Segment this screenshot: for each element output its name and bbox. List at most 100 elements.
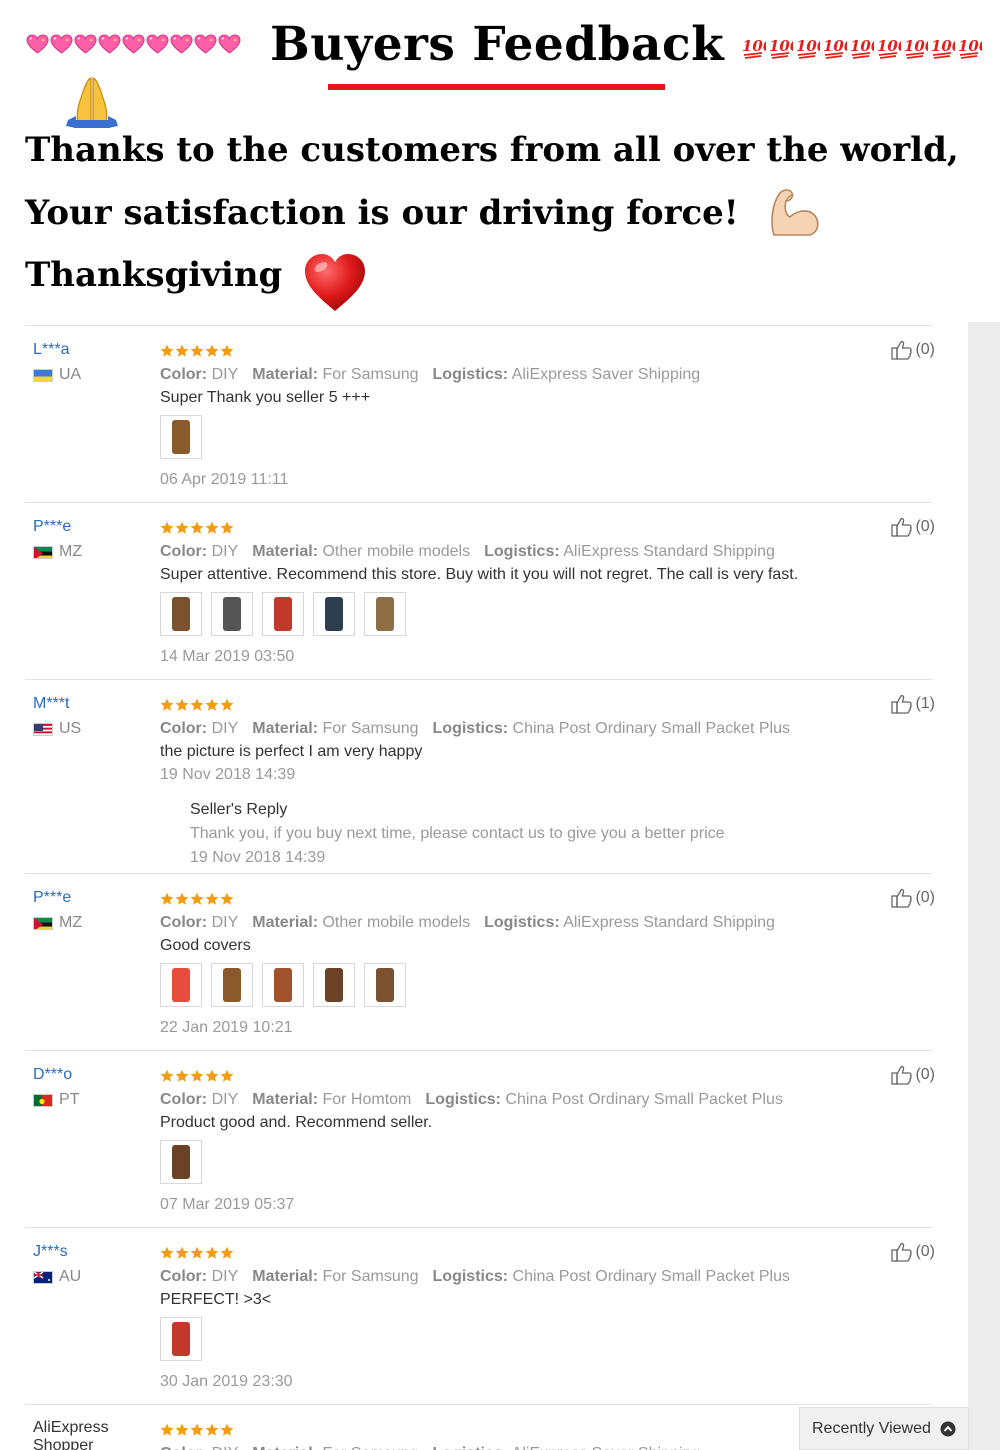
attr-color: Color: DIY [160,1445,238,1450]
star-icon [175,1423,189,1437]
star-icon [190,698,204,712]
thumbs-up-icon [891,1065,913,1085]
attr-material-label: Material: [252,1091,319,1108]
star-rating [160,344,860,360]
review-photos [160,415,860,459]
attr-material-value: For Samsung [322,1445,418,1450]
order-attributes: Color: DIY Material: Other mobile models L… [160,541,860,563]
hundred-points-icon: 100 [742,33,766,61]
attr-material-value: Other mobile models [322,914,471,931]
sparkling-heart-icon [98,34,121,54]
hundred-points-icon: 100 [796,33,820,61]
sparkling-heart-icon [194,34,217,54]
thumbs-up-icon [891,340,913,360]
helpful-button[interactable]: (0) [891,888,935,908]
flag-au-icon [33,1270,53,1284]
review-photo-thumbnail[interactable] [160,415,202,459]
attr-material-label: Material: [252,366,319,383]
phone-case-photo [172,1322,190,1356]
recently-viewed-button[interactable]: Recently Viewed [799,1407,969,1450]
title-underline [328,84,665,90]
sparkling-heart-icon [74,34,97,54]
svg-text:100: 100 [769,37,793,55]
reviewer-info: J***s AU [33,1242,153,1286]
review-photo-thumbnail[interactable] [364,592,406,636]
attr-material: Material: For Samsung [252,366,418,383]
review-photo-thumbnail[interactable] [262,963,304,1007]
reviewer-name[interactable]: AliExpress Shopper [33,1419,123,1450]
reviewer-name[interactable]: D***o [33,1065,153,1085]
helpful-button[interactable]: (0) [891,1065,935,1085]
reviewer-country: MZ [33,543,153,561]
phone-case-photo [172,968,190,1002]
attr-logistics: Logistics: AliExpress Standard Shipping [484,914,775,931]
scrollbar-track[interactable] [968,322,1000,1450]
phone-case-photo [172,1145,190,1179]
country-code: MZ [59,914,83,931]
review-photo-thumbnail[interactable] [160,963,202,1007]
star-rating [160,892,860,908]
attr-logistics-label: Logistics: [432,366,509,383]
attr-color-value: DIY [211,543,239,560]
flag-pt-icon [33,1093,53,1107]
attr-color-label: Color: [160,366,208,383]
reviewer-country: AU [33,1268,153,1286]
feedback-banner: Buyers Feedback 100100100100100100100100… [0,0,1000,320]
star-icon [160,521,174,535]
review-photo-thumbnail[interactable] [160,1140,202,1184]
helpful-button[interactable]: (1) [891,694,935,714]
attr-material-label: Material: [252,914,319,931]
helpful-count: (0) [915,341,935,358]
reviewer-name[interactable]: P***e [33,517,153,537]
attr-material-value: For Samsung [322,1268,419,1285]
svg-text:100: 100 [796,37,820,55]
review-photo-thumbnail[interactable] [211,592,253,636]
review-photo-thumbnail[interactable] [160,592,202,636]
review-comment: Super Thank you seller 5 +++ [160,389,371,406]
feedback-item: AliExpress Shopper Color: DIY Material: Fo… [25,1404,932,1450]
attr-logistics-value: AliExpress Standard Shipping [563,543,775,560]
star-rating [160,1423,860,1439]
attr-color-value: DIY [211,720,239,737]
reviewer-info: AliExpress Shopper [33,1419,153,1450]
review-photo-thumbnail[interactable] [262,592,304,636]
attr-logistics-label: Logistics: [425,1091,501,1108]
review-photo-thumbnail[interactable] [313,963,355,1007]
reviewer-name[interactable]: J***s [33,1242,153,1262]
helpful-button[interactable]: (0) [891,1242,935,1262]
reviewer-name[interactable]: P***e [33,888,153,908]
helpful-count: (0) [915,1243,935,1260]
country-code: AU [59,1268,82,1285]
review-photo-thumbnail[interactable] [364,963,406,1007]
order-attributes: Color: DIY Material: For Samsung Logistics… [160,1443,860,1450]
review-photo-thumbnail[interactable] [160,1317,202,1361]
phone-case-photo [325,968,343,1002]
svg-text:100: 100 [958,37,982,55]
reviewer-name[interactable]: M***t [33,694,153,714]
attr-material: Material: Other mobile models [252,914,470,931]
svg-text:100: 100 [931,37,955,55]
reviewer-info: L***a UA [33,340,153,384]
attr-logistics-value: China Post Ordinary Small Packet Plus [512,720,790,737]
reviewer-name[interactable]: L***a [33,340,153,360]
review-photo-thumbnail[interactable] [313,592,355,636]
order-attributes: Color: DIY Material: For Samsung Logistics… [160,1266,860,1288]
thumbs-up-icon [891,517,913,537]
review-photo-thumbnail[interactable] [211,963,253,1007]
sparkling-heart-icon [170,34,193,54]
order-attributes: Color: DIY Material: For Homtom Logistics:… [160,1089,860,1111]
helpful-button[interactable]: (0) [891,340,935,360]
star-icon [175,1246,189,1260]
star-icon [160,892,174,906]
star-icon [160,1069,174,1083]
helpful-button[interactable]: (0) [891,517,935,537]
svg-text:100: 100 [904,37,928,55]
praying-hands-icon [62,74,122,130]
star-icon [205,344,219,358]
reviewer-info: D***o PT [33,1065,153,1109]
attr-material: Material: For Samsung [252,1268,418,1285]
attr-material-label: Material: [252,720,319,737]
review-photos [160,963,860,1007]
review-body: Color: DIY Material: Other mobile models L… [160,892,860,1039]
attr-logistics-value: AliExpress Saver Shipping [511,366,701,383]
